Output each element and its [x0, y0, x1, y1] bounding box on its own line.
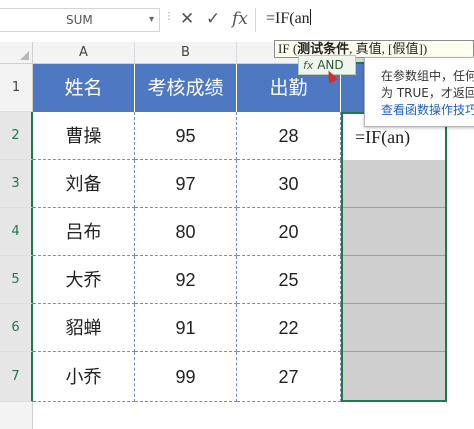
table-cell-attendance[interactable]: 22 — [237, 304, 341, 352]
table-cell-name[interactable]: 大乔 — [33, 256, 135, 304]
name-box-value: SUM — [66, 13, 93, 27]
table-cell-score[interactable]: 91 — [135, 304, 237, 352]
table-cell-name[interactable]: 小乔 — [33, 352, 135, 402]
table-cell-score[interactable]: 97 — [135, 160, 237, 208]
chevron-down-icon[interactable]: ▾ — [149, 9, 154, 31]
column-header-a[interactable]: A — [33, 42, 135, 64]
formula-bar: SUM ▾ ⋮ ✕ ✓ fx =IF(an — [0, 0, 474, 38]
header-cell-name[interactable]: 姓名 — [33, 64, 135, 112]
row-header-2[interactable]: 2 — [0, 112, 33, 160]
row-header-8[interactable] — [0, 402, 33, 429]
enter-check-icon[interactable]: ✓ — [206, 8, 220, 30]
table-cell-name[interactable]: 曹操 — [33, 112, 135, 160]
table-cell-name[interactable]: 貂蝉 — [33, 304, 135, 352]
table-cell-score[interactable]: 99 — [135, 352, 237, 402]
formula-text: =IF(an — [266, 10, 310, 27]
syntax-rest-arguments: , 真值, [假值]) — [349, 41, 428, 56]
row-header-1[interactable]: 1 — [0, 64, 33, 112]
table-cell-attendance[interactable]: 30 — [237, 160, 341, 208]
select-all-corner[interactable] — [0, 42, 33, 64]
name-box[interactable]: SUM ▾ — [0, 8, 160, 32]
table-cell-score[interactable]: 80 — [135, 208, 237, 256]
text-caret — [309, 9, 311, 25]
table-cell-name[interactable]: 刘备 — [33, 160, 135, 208]
help-link[interactable]: 查看函数操作技巧 — [381, 102, 474, 119]
cancel-icon[interactable]: ✕ — [180, 8, 194, 30]
column-header-b[interactable]: B — [135, 42, 237, 64]
function-icon: fx — [303, 59, 314, 72]
insert-function-icon[interactable]: fx — [232, 8, 248, 30]
table-cell-attendance[interactable]: 27 — [237, 352, 341, 402]
row-header-7[interactable]: 7 — [0, 352, 33, 402]
table-cell-name[interactable]: 吕布 — [33, 208, 135, 256]
table-cell-score[interactable]: 92 — [135, 256, 237, 304]
help-text-line-1: 在参数组中，任何 — [381, 69, 474, 83]
row-header-4[interactable]: 4 — [0, 208, 33, 256]
syntax-current-argument: 测试条件 — [297, 41, 350, 56]
help-text-line-2: 为 TRUE，才返回 — [381, 86, 474, 100]
header-cell-score[interactable]: 考核成绩 — [135, 64, 237, 112]
function-help-tooltip: 在参数组中，任何 为 TRUE，才返回 查看函数操作技巧 — [364, 57, 474, 127]
formula-input[interactable]: =IF(an — [255, 8, 474, 32]
row-header-3[interactable]: 3 — [0, 160, 33, 208]
row-header-5[interactable]: 5 — [0, 256, 33, 304]
drag-handle-icon[interactable]: ⋮ — [164, 12, 174, 22]
table-cell-attendance[interactable]: 20 — [237, 208, 341, 256]
table-cell-attendance[interactable]: 25 — [237, 256, 341, 304]
select-all-triangle-icon — [20, 51, 29, 60]
syntax-function-name: IF — [278, 41, 290, 56]
row-header-6[interactable]: 6 — [0, 304, 33, 352]
table-cell-score[interactable]: 95 — [135, 112, 237, 160]
table-cell-attendance[interactable]: 28 — [237, 112, 341, 160]
